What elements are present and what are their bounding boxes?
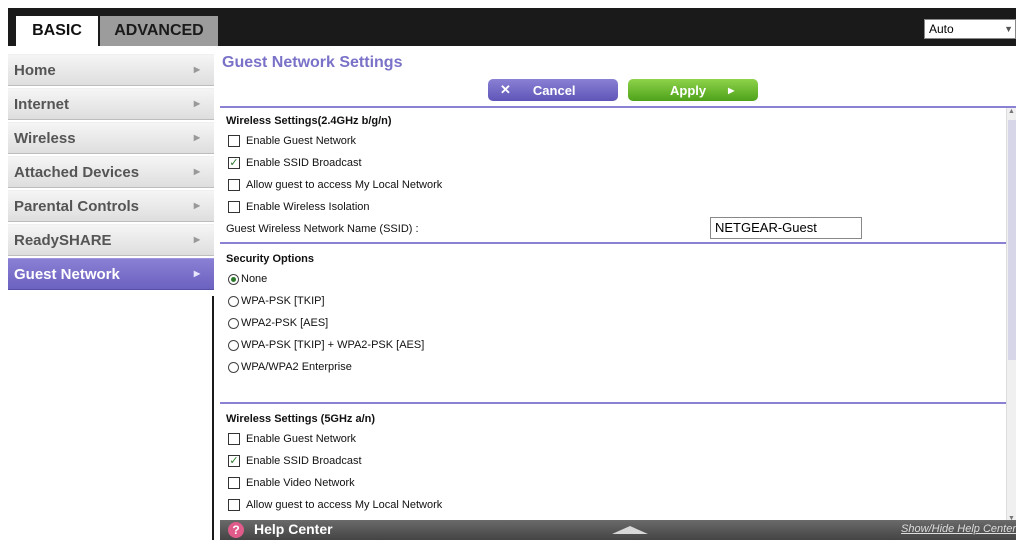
radio-label: WPA-PSK [TKIP] [241, 295, 325, 307]
radio-row[interactable]: WPA-PSK [TKIP] [226, 290, 1006, 312]
sidebar-item-parental-controls[interactable]: Parental Controls ▶ [8, 190, 214, 222]
expand-up-icon[interactable] [612, 526, 648, 534]
chevron-right-icon: ▶ [193, 99, 200, 108]
radio-label: WPA-PSK [TKIP] + WPA2-PSK [AES] [241, 339, 425, 351]
router-admin-window: BASIC ADVANCED Auto ▼ Home ▶ Internet ▶ … [8, 8, 1016, 540]
language-select-value: Auto [929, 22, 954, 36]
section-title: Wireless Settings (5GHz a/n) [226, 413, 376, 425]
sidebar-item-label: ReadySHARE [14, 231, 112, 249]
sidebar-item-label: Parental Controls [14, 197, 140, 215]
checkbox-row[interactable]: Enable Video Network [226, 472, 1006, 494]
settings-panel[interactable]: Wireless Settings(2.4GHz b/g/n) Enable G… [220, 106, 1016, 520]
sidebar-item-attached-devices[interactable]: Attached Devices ▶ [8, 156, 214, 188]
apply-button-label: Apply [670, 82, 707, 98]
security-wpa2-psk-radio[interactable] [228, 317, 239, 329]
enable-ssid-broadcast-5g-checkbox[interactable]: ✓ [228, 455, 240, 467]
checkbox-row[interactable]: ✓ Enable SSID Broadcast [226, 450, 1006, 472]
sidebar-item-label: Guest Network [14, 265, 120, 283]
sidebar-item-readyshare[interactable]: ReadySHARE ▶ [8, 224, 214, 256]
wireless-5-section: Wireless Settings (5GHz a/n) Enable Gues… [226, 410, 1006, 516]
sidebar-background [8, 296, 214, 540]
chevron-down-icon: ▼ [1004, 24, 1013, 34]
ssid-input[interactable]: NETGEAR-Guest [710, 217, 862, 239]
close-icon: ✕ [500, 82, 511, 97]
checkbox-label: Enable Wireless Isolation [246, 201, 370, 213]
sidebar-item-label: Internet [14, 95, 70, 113]
show-hide-help-link[interactable]: Show/Hide Help Center [901, 523, 1016, 535]
enable-video-network-checkbox[interactable] [228, 477, 240, 489]
chevron-right-icon: ▶ [193, 201, 200, 210]
question-mark-icon: ? [228, 522, 244, 538]
chevron-right-icon: ▶ [193, 235, 200, 244]
checkbox-label: Enable Guest Network [246, 135, 357, 147]
page-title: Guest Network Settings [222, 54, 403, 71]
checkbox-label: Allow guest to access My Local Network [246, 179, 443, 191]
sidebar-item-internet[interactable]: Internet ▶ [8, 88, 214, 120]
wireless-isolation-checkbox[interactable] [228, 201, 240, 213]
scrollbar-thumb[interactable] [1008, 120, 1016, 360]
help-center-label: Help Center [254, 521, 333, 537]
checkbox-row[interactable]: Allow guest to access My Local Network [226, 494, 1006, 516]
radio-label: WPA2-PSK [AES] [241, 317, 329, 329]
sidebar-item-home[interactable]: Home ▶ [8, 54, 214, 86]
arrow-right-icon: ▶ [728, 85, 735, 95]
checkbox-row[interactable]: ✓ Enable SSID Broadcast [226, 152, 1006, 174]
checkbox-row[interactable]: Enable Guest Network [226, 428, 1006, 450]
section-title: Security Options [226, 253, 315, 265]
ssid-row: Guest Wireless Network Name (SSID) : NET… [226, 217, 1006, 240]
radio-selected-dot [231, 276, 236, 282]
cancel-button-label: Cancel [532, 82, 576, 98]
section-title: Wireless Settings(2.4GHz b/g/n) [226, 115, 392, 127]
checkbox-label: Allow guest to access My Local Network [246, 499, 443, 511]
allow-local-network-5g-checkbox[interactable] [228, 499, 240, 511]
enable-guest-network-checkbox[interactable] [228, 135, 240, 147]
radio-label: None [241, 273, 268, 285]
radio-row[interactable]: WPA-PSK [TKIP] + WPA2-PSK [AES] [226, 334, 1006, 356]
chevron-right-icon: ▶ [193, 167, 200, 176]
chevron-right-icon: ▶ [193, 269, 200, 278]
enable-guest-network-5g-checkbox[interactable] [228, 433, 240, 445]
wireless-24-section: Wireless Settings(2.4GHz b/g/n) Enable G… [226, 112, 1006, 240]
allow-local-network-checkbox[interactable] [228, 179, 240, 191]
cancel-button[interactable]: ✕ Cancel [488, 79, 618, 101]
sidebar-item-label: Wireless [14, 129, 76, 147]
radio-label: WPA/WPA2 Enterprise [241, 361, 352, 373]
checkbox-row[interactable]: Allow guest to access My Local Network [226, 174, 1006, 196]
help-center-bar[interactable]: ? Help Center Show/Hide Help Center [220, 520, 1016, 540]
sidebar-item-label: Attached Devices [14, 163, 140, 181]
radio-row[interactable]: WPA/WPA2 Enterprise [226, 356, 1006, 378]
section-divider [220, 402, 1006, 404]
apply-button[interactable]: Apply ▶ [628, 79, 758, 101]
security-none-radio[interactable] [228, 273, 239, 285]
main-content: Guest Network Settings ✕ Cancel Apply ▶ … [220, 46, 1016, 540]
checkbox-label: Enable SSID Broadcast [246, 455, 362, 467]
sidebar-item-label: Home [14, 61, 56, 79]
ssid-label: Guest Wireless Network Name (SSID) : [226, 223, 419, 235]
security-section: Security Options None WPA-PSK [TKIP] WPA… [226, 250, 1006, 378]
sidebar-item-guest-network[interactable]: Guest Network ▶ [8, 258, 214, 290]
security-wpa-psk-radio[interactable] [228, 295, 239, 307]
language-select[interactable]: Auto ▼ [924, 19, 1016, 39]
section-divider [220, 242, 1006, 244]
checkbox-row[interactable]: Enable Guest Network [226, 130, 1006, 152]
radio-row[interactable]: WPA2-PSK [AES] [226, 312, 1006, 334]
scroll-up-icon[interactable]: ▲ [1008, 108, 1015, 115]
top-bar: BASIC ADVANCED Auto ▼ [8, 8, 1016, 46]
checkbox-label: Enable Guest Network [246, 433, 357, 445]
security-enterprise-radio[interactable] [228, 361, 239, 373]
checkbox-label: Enable Video Network [246, 477, 355, 489]
chevron-right-icon: ▶ [193, 65, 200, 74]
sidebar-item-wireless[interactable]: Wireless ▶ [8, 122, 214, 154]
vertical-scrollbar[interactable]: ▲ ▼ [1006, 108, 1016, 520]
radio-row[interactable]: None [226, 268, 1006, 290]
tab-basic[interactable]: BASIC [16, 16, 98, 46]
tab-advanced[interactable]: ADVANCED [100, 16, 218, 46]
chevron-right-icon: ▶ [193, 133, 200, 142]
security-wpa-wpa2-mixed-radio[interactable] [228, 339, 239, 351]
enable-ssid-broadcast-checkbox[interactable]: ✓ [228, 157, 240, 169]
checkbox-row[interactable]: Enable Wireless Isolation [226, 196, 1006, 218]
checkbox-label: Enable SSID Broadcast [246, 157, 362, 169]
sidebar: Home ▶ Internet ▶ Wireless ▶ Attached De… [8, 54, 214, 292]
